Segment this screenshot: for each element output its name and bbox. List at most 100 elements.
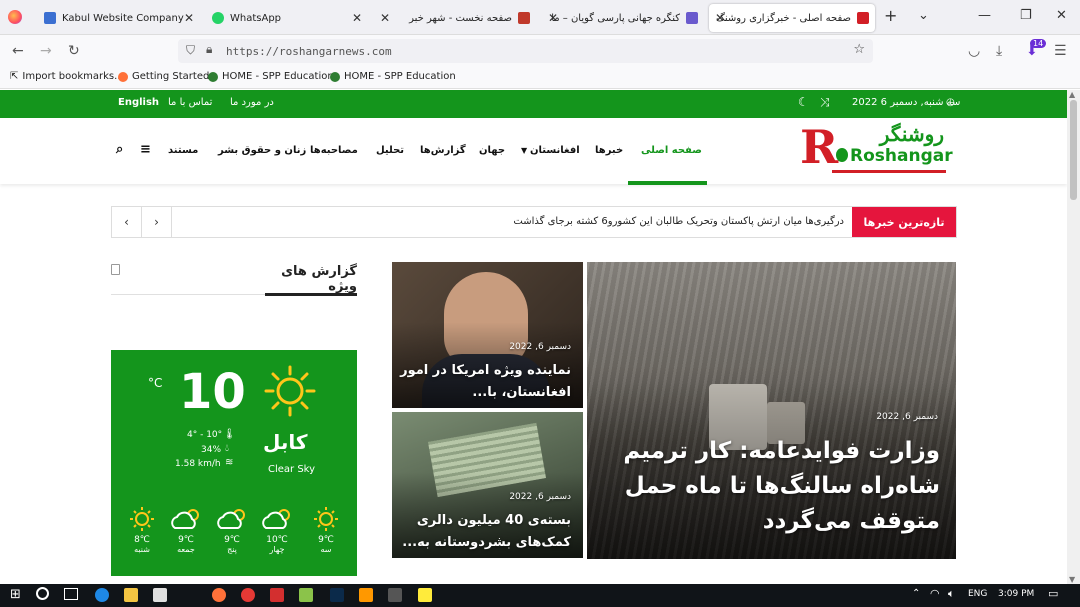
close-icon[interactable]: ✕: [380, 11, 390, 25]
bookmark-getting-started[interactable]: Getting Started: [118, 71, 209, 82]
forward-arrow-icon[interactable]: →: [40, 43, 52, 59]
address-bar[interactable]: ⛉ 🔒︎ https://roshangarnews.com ☆: [178, 39, 873, 63]
app-icon[interactable]: [270, 588, 284, 602]
forecast-temp: 9℃: [318, 535, 334, 545]
tab-favicon-icon: [518, 12, 530, 24]
about-link[interactable]: در مورد ما: [230, 97, 274, 108]
close-icon[interactable]: ✕: [715, 11, 725, 25]
tab-kabul-website[interactable]: Kabul Website Company ✕: [38, 4, 200, 32]
nav-item-news[interactable]: خبرها: [595, 145, 623, 156]
page-scrollbar[interactable]: ▲ ▼: [1067, 90, 1080, 584]
chevron-down-icon[interactable]: ⌄: [918, 8, 929, 23]
ticker-prev-button[interactable]: ‹: [112, 207, 142, 237]
featured-story-aid[interactable]: دسمبر 6, 2022 بسته‌ی 40 میلیون دالری کمک…: [392, 412, 583, 558]
chrome-icon[interactable]: [241, 588, 255, 602]
url-text[interactable]: https://roshangarnews.com: [226, 45, 392, 58]
hamburger-menu-icon[interactable]: ☰: [1054, 43, 1067, 59]
tab-shahr-khabar[interactable]: صفحه نخست - شهر خبر ✕: [374, 4, 536, 32]
bookmark-spp-2[interactable]: HOME - SPP Education: [330, 71, 456, 82]
task-view-icon[interactable]: [64, 588, 78, 600]
site-header: ⌕ ≡ مستند زنان و حقوق بشر مصاحبه‌ها تحلی…: [0, 118, 1067, 185]
lock-icon[interactable]: 🔒︎: [206, 42, 212, 57]
nav-item-afghanistan[interactable]: افغانستان: [530, 145, 580, 156]
tab-roshangar[interactable]: صفحه اصلی - خبرگزاری روشنگ ✕: [709, 4, 875, 32]
moon-icon[interactable]: ☾: [798, 95, 809, 109]
forecast-day-label: چهار: [269, 545, 285, 554]
firefox-icon[interactable]: [212, 588, 226, 602]
nav-item-women-rights[interactable]: زنان و حقوق بشر: [218, 145, 306, 156]
nav-item-reports[interactable]: گزارش‌ها: [420, 145, 466, 156]
photoshop-icon[interactable]: [330, 588, 344, 602]
downloads-icon[interactable]: ⤓: [996, 43, 1002, 59]
wifi-icon[interactable]: ◠: [930, 587, 940, 600]
featured-story-main[interactable]: دسمبر 6, 2022 وزارت فوایدعامه: کار ترمیم…: [587, 262, 956, 559]
bookmark-label: Getting Started: [132, 71, 210, 82]
bookmark-label: Import bookmarks...: [22, 71, 124, 82]
minimize-icon[interactable]: —: [978, 8, 991, 23]
language-link[interactable]: English: [118, 97, 159, 108]
close-icon[interactable]: ✕: [548, 11, 558, 25]
sidebar-heading: گزارش های ویژه: [281, 264, 357, 294]
bookmark-spp-1[interactable]: HOME - SPP Education: [208, 71, 334, 82]
windows-taskbar: ⊞ ⌃ ◠ 🔈︎ ENG 3:09 PM ▭: [0, 584, 1080, 607]
tab-whatsapp[interactable]: WhatsApp ✕: [206, 4, 368, 32]
volume-icon[interactable]: 🔈︎: [948, 587, 955, 601]
whatsapp-icon: [212, 12, 224, 24]
nav-item-interviews[interactable]: مصاحبه‌ها: [310, 145, 358, 156]
browser-tab-bar: Kabul Website Company ✕ WhatsApp ✕ صفحه …: [0, 0, 1080, 35]
featured-story-envoy[interactable]: دسمبر 6, 2022 نماینده ویژه امریکا در امو…: [392, 262, 583, 408]
forecast-day: 9℃ پنج: [214, 506, 250, 554]
weather-widget: 10 °C کابل Clear Sky 4° - 10° 🌡︎ 34% 💧︎ …: [111, 350, 357, 576]
new-tab-icon[interactable]: +: [884, 6, 897, 25]
app-icon[interactable]: [359, 588, 373, 602]
scroll-up-icon[interactable]: ▲: [1069, 90, 1075, 99]
sun-icon: [263, 364, 317, 418]
tab-congress[interactable]: کنگره جهانی پارسی گویان – ما ✕: [542, 4, 704, 32]
store-icon[interactable]: [153, 588, 167, 602]
tray-arrow-icon[interactable]: ⌃: [912, 588, 920, 599]
site-logo[interactable]: روشنگر R Roshangar: [800, 122, 953, 180]
clock-text[interactable]: 3:09 PM: [998, 589, 1034, 599]
reload-icon[interactable]: ↻: [68, 43, 80, 59]
back-arrow-icon[interactable]: ←: [12, 43, 24, 59]
story-title[interactable]: نماینده ویژه امریکا در امور افغانستان، ب…: [399, 360, 571, 404]
pocket-icon[interactable]: ◡: [968, 43, 980, 59]
logo-microphone-icon: [836, 148, 848, 162]
restore-icon[interactable]: ❐: [1020, 8, 1032, 23]
nav-item-documentary[interactable]: مستند: [168, 145, 198, 156]
partly-cloudy-icon: [171, 509, 199, 529]
shuffle-icon[interactable]: ⤨: [820, 95, 830, 110]
close-icon[interactable]: ✕: [184, 11, 194, 25]
window-close-icon[interactable]: ✕: [1056, 8, 1067, 23]
language-indicator[interactable]: ENG: [968, 589, 987, 599]
bookmark-import[interactable]: ⇱ Import bookmarks...: [10, 71, 124, 82]
shield-icon[interactable]: ⛉: [186, 43, 195, 58]
bookmark-star-icon[interactable]: ☆: [853, 42, 865, 57]
tab-label: Kabul Website Company: [62, 12, 184, 24]
story-title[interactable]: وزارت فوایدعامه: کار ترمیم شاه‌راه سالنگ…: [620, 434, 940, 539]
scrollbar-thumb[interactable]: [1070, 100, 1077, 200]
ticker-next-button[interactable]: ›: [142, 207, 172, 237]
ticker-headline[interactable]: درگیری‌ها میان ارتش پاکستان وتحریک طالبا…: [513, 216, 844, 227]
notification-badge: 14: [1030, 39, 1047, 48]
edge-icon[interactable]: [95, 588, 109, 602]
search-icon[interactable]: ⌕: [116, 142, 123, 157]
file-explorer-icon[interactable]: [124, 588, 138, 602]
hamburger-menu-icon[interactable]: ≡: [140, 142, 151, 157]
app-icon[interactable]: [299, 588, 313, 602]
nav-item-analysis[interactable]: تحلیل: [376, 145, 404, 156]
forecast-day: 8℃ شنبه: [127, 506, 157, 554]
story-date: دسمبر 6, 2022: [509, 342, 571, 352]
windows-start-icon[interactable]: ⊞: [10, 587, 21, 602]
firefox-icon[interactable]: [8, 10, 22, 24]
scroll-down-icon[interactable]: ▼: [1069, 575, 1075, 584]
sticky-notes-icon[interactable]: [418, 588, 432, 602]
contact-link[interactable]: تماس با ما: [168, 97, 212, 108]
close-icon[interactable]: ✕: [352, 11, 362, 25]
nav-item-home[interactable]: صفحه اصلی: [641, 145, 702, 156]
nav-item-world[interactable]: جهان: [479, 145, 505, 156]
notifications-icon[interactable]: ▭: [1048, 587, 1058, 600]
search-icon[interactable]: [36, 587, 49, 600]
calculator-icon[interactable]: [388, 588, 402, 602]
story-title[interactable]: بسته‌ی 40 میلیون دالری کمک‌های بشردوستان…: [399, 510, 571, 554]
